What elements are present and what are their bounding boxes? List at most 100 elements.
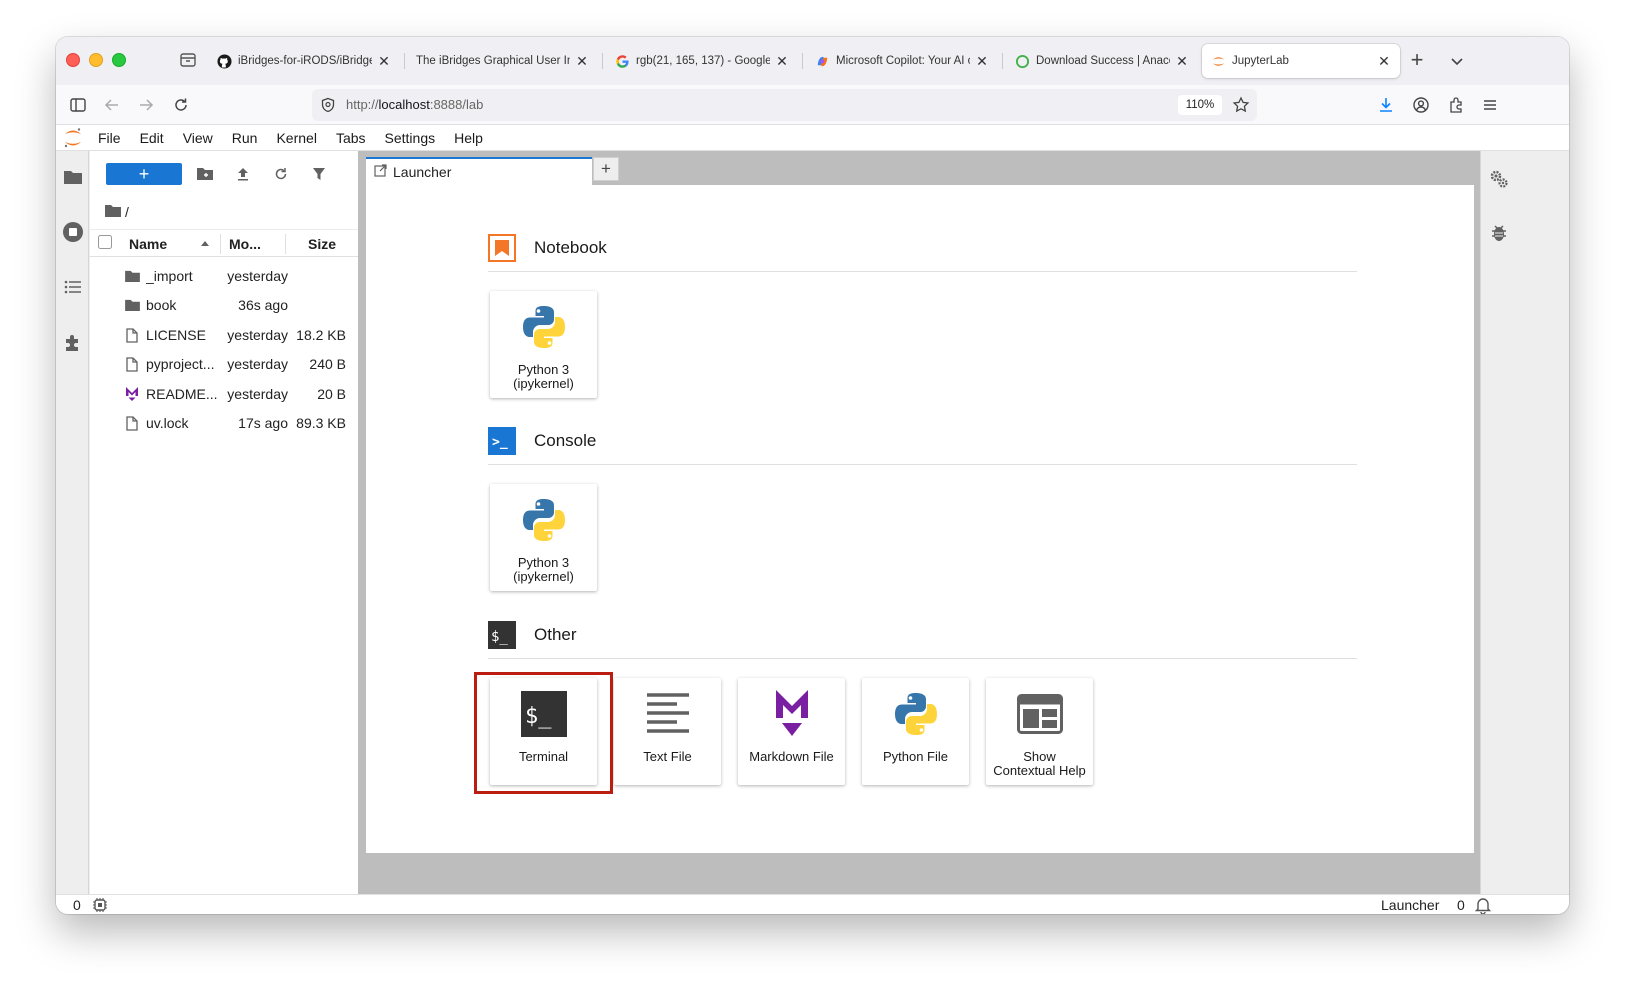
contextual-help-card[interactable]: Show Contextual Help [986, 678, 1093, 785]
close-tab-icon[interactable]: ✕ [774, 53, 790, 70]
minimize-window-button[interactable] [89, 53, 103, 67]
card-label: Show Contextual Help [993, 749, 1086, 778]
debugger-bug-icon[interactable] [1487, 221, 1511, 245]
notebook-icon [488, 234, 516, 262]
browser-tab-google[interactable]: rgb(21, 165, 137) - Google Search ✕ [606, 44, 798, 78]
reload-icon[interactable] [169, 93, 193, 117]
tab-overview-icon[interactable] [178, 50, 198, 70]
table-of-contents-icon[interactable] [61, 275, 85, 299]
browser-tab-copilot[interactable]: Microsoft Copilot: Your AI companion ✕ [806, 44, 998, 78]
menu-file[interactable]: File [98, 130, 121, 146]
menu-tabs[interactable]: Tabs [336, 130, 366, 146]
breadcrumb-root[interactable]: / [125, 204, 129, 220]
file-row[interactable]: pyproject... yesterday 240 B [90, 350, 358, 379]
select-all-checkbox[interactable] [98, 235, 112, 252]
file-name: LICENSE [146, 327, 206, 343]
menu-kernel[interactable]: Kernel [276, 130, 316, 146]
new-folder-icon[interactable] [196, 165, 214, 183]
file-size: 240 B [309, 356, 346, 372]
browser-tab-anaconda[interactable]: Download Success | Anaconda ✕ [1006, 44, 1198, 78]
file-row[interactable]: uv.lock 17s ago 89.3 KB [90, 409, 358, 438]
browser-tab-github[interactable]: iBridges-for-iRODS/iBridges ✕ [208, 44, 400, 78]
file-row[interactable]: _import yesterday [90, 262, 358, 291]
sidebar-resize-handle[interactable] [358, 151, 366, 894]
close-window-button[interactable] [66, 53, 80, 67]
tab-title: Download Success | Anaconda [1036, 55, 1170, 67]
contextual-help-icon [1012, 686, 1068, 742]
menu-help[interactable]: Help [454, 130, 483, 146]
close-tab-icon[interactable]: ✕ [574, 53, 590, 70]
console-python3-card[interactable]: Python 3 (ipykernel) [490, 484, 597, 591]
refresh-icon[interactable] [272, 165, 290, 183]
file-icon [124, 327, 140, 343]
upload-icon[interactable] [234, 165, 252, 183]
notification-bell-icon[interactable] [1474, 896, 1492, 914]
url-bar[interactable]: http://localhost:8888/lab 110% [312, 89, 1257, 121]
breadcrumb: / [105, 204, 129, 220]
close-tab-icon[interactable]: ✕ [376, 53, 392, 70]
new-tab-button[interactable]: + [1405, 49, 1429, 71]
account-icon[interactable] [1409, 93, 1433, 117]
close-tab-icon[interactable]: ✕ [1376, 53, 1392, 70]
close-tab-icon[interactable]: ✕ [1174, 53, 1190, 70]
browser-tab-ibridges-gui[interactable]: The iBridges Graphical User Interface ✕ [408, 44, 598, 78]
card-label: Python File [882, 749, 949, 764]
forward-icon[interactable] [134, 93, 158, 117]
extensions-icon[interactable] [1444, 93, 1468, 117]
maximize-window-button[interactable] [112, 53, 126, 67]
bookmark-star-icon[interactable] [1232, 96, 1250, 119]
folder-icon[interactable] [61, 165, 85, 189]
shield-icon[interactable] [320, 97, 336, 118]
launcher-panel: Notebook Python 3 (ipykernel) >_ Console… [366, 185, 1474, 853]
markdown-icon [764, 686, 820, 742]
url-text: http://localhost:8888/lab [346, 97, 484, 112]
file-row[interactable]: book 36s ago [90, 291, 358, 320]
running-sessions-icon[interactable] [61, 220, 85, 244]
browser-tab-jupyterlab[interactable]: JupyterLab ✕ [1202, 44, 1400, 78]
svg-text:$_: $_ [491, 629, 508, 645]
file-modified: 17s ago [238, 415, 288, 431]
markdown-file-card[interactable]: Markdown File [738, 678, 845, 785]
hamburger-menu-icon[interactable] [1478, 93, 1502, 117]
add-tab-button[interactable]: + [593, 157, 619, 181]
close-tab-icon[interactable]: ✕ [974, 53, 990, 70]
file-modified: yesterday [227, 386, 288, 402]
notebook-python3-card[interactable]: Python 3 (ipykernel) [490, 291, 597, 398]
status-terminal-count[interactable]: 0 [73, 897, 81, 913]
file-name: README.... [146, 386, 218, 402]
folder-icon[interactable] [105, 204, 121, 220]
back-icon[interactable] [100, 93, 124, 117]
terminal-icon: $_ [488, 621, 516, 649]
text-file-card[interactable]: Text File [614, 678, 721, 785]
column-modified[interactable]: Mo... [229, 236, 261, 252]
status-notification-count[interactable]: 0 [1457, 897, 1465, 913]
launcher-section-console: >_ Console Python 3 (ipykernel) [488, 426, 1357, 596]
menu-settings[interactable]: Settings [385, 130, 436, 146]
new-launcher-button[interactable]: + [106, 163, 182, 185]
python-icon [888, 686, 944, 742]
file-size: 20 B [317, 386, 346, 402]
chevron-down-icon[interactable] [1445, 49, 1469, 73]
column-name[interactable]: Name [129, 236, 167, 252]
browser-window: iBridges-for-iRODS/iBridges ✕ The iBridg… [56, 37, 1569, 914]
tab-launcher[interactable]: Launcher [366, 157, 592, 185]
section-title: Notebook [534, 238, 607, 257]
menu-view[interactable]: View [183, 130, 213, 146]
sort-ascending-icon[interactable] [200, 236, 210, 252]
card-label: Text File [643, 749, 692, 764]
column-size[interactable]: Size [308, 236, 336, 252]
svg-text:>_: >_ [492, 435, 508, 450]
file-row[interactable]: README.... yesterday 20 B [90, 380, 358, 409]
extension-manager-icon[interactable] [61, 331, 85, 355]
zoom-level-badge[interactable]: 110% [1178, 95, 1222, 115]
menu-run[interactable]: Run [232, 130, 258, 146]
sidebar-toggle-icon[interactable] [66, 93, 90, 117]
tab-strip: iBridges-for-iRODS/iBridges ✕ The iBridg… [56, 37, 1569, 85]
python-file-card[interactable]: Python File [862, 678, 969, 785]
filter-icon[interactable] [310, 165, 328, 183]
downloads-icon[interactable] [1374, 93, 1398, 117]
property-inspector-icon[interactable] [1487, 167, 1511, 191]
kernel-status-icon[interactable] [92, 897, 108, 914]
file-row[interactable]: LICENSE yesterday 18.2 KB [90, 321, 358, 350]
menu-edit[interactable]: Edit [140, 130, 164, 146]
